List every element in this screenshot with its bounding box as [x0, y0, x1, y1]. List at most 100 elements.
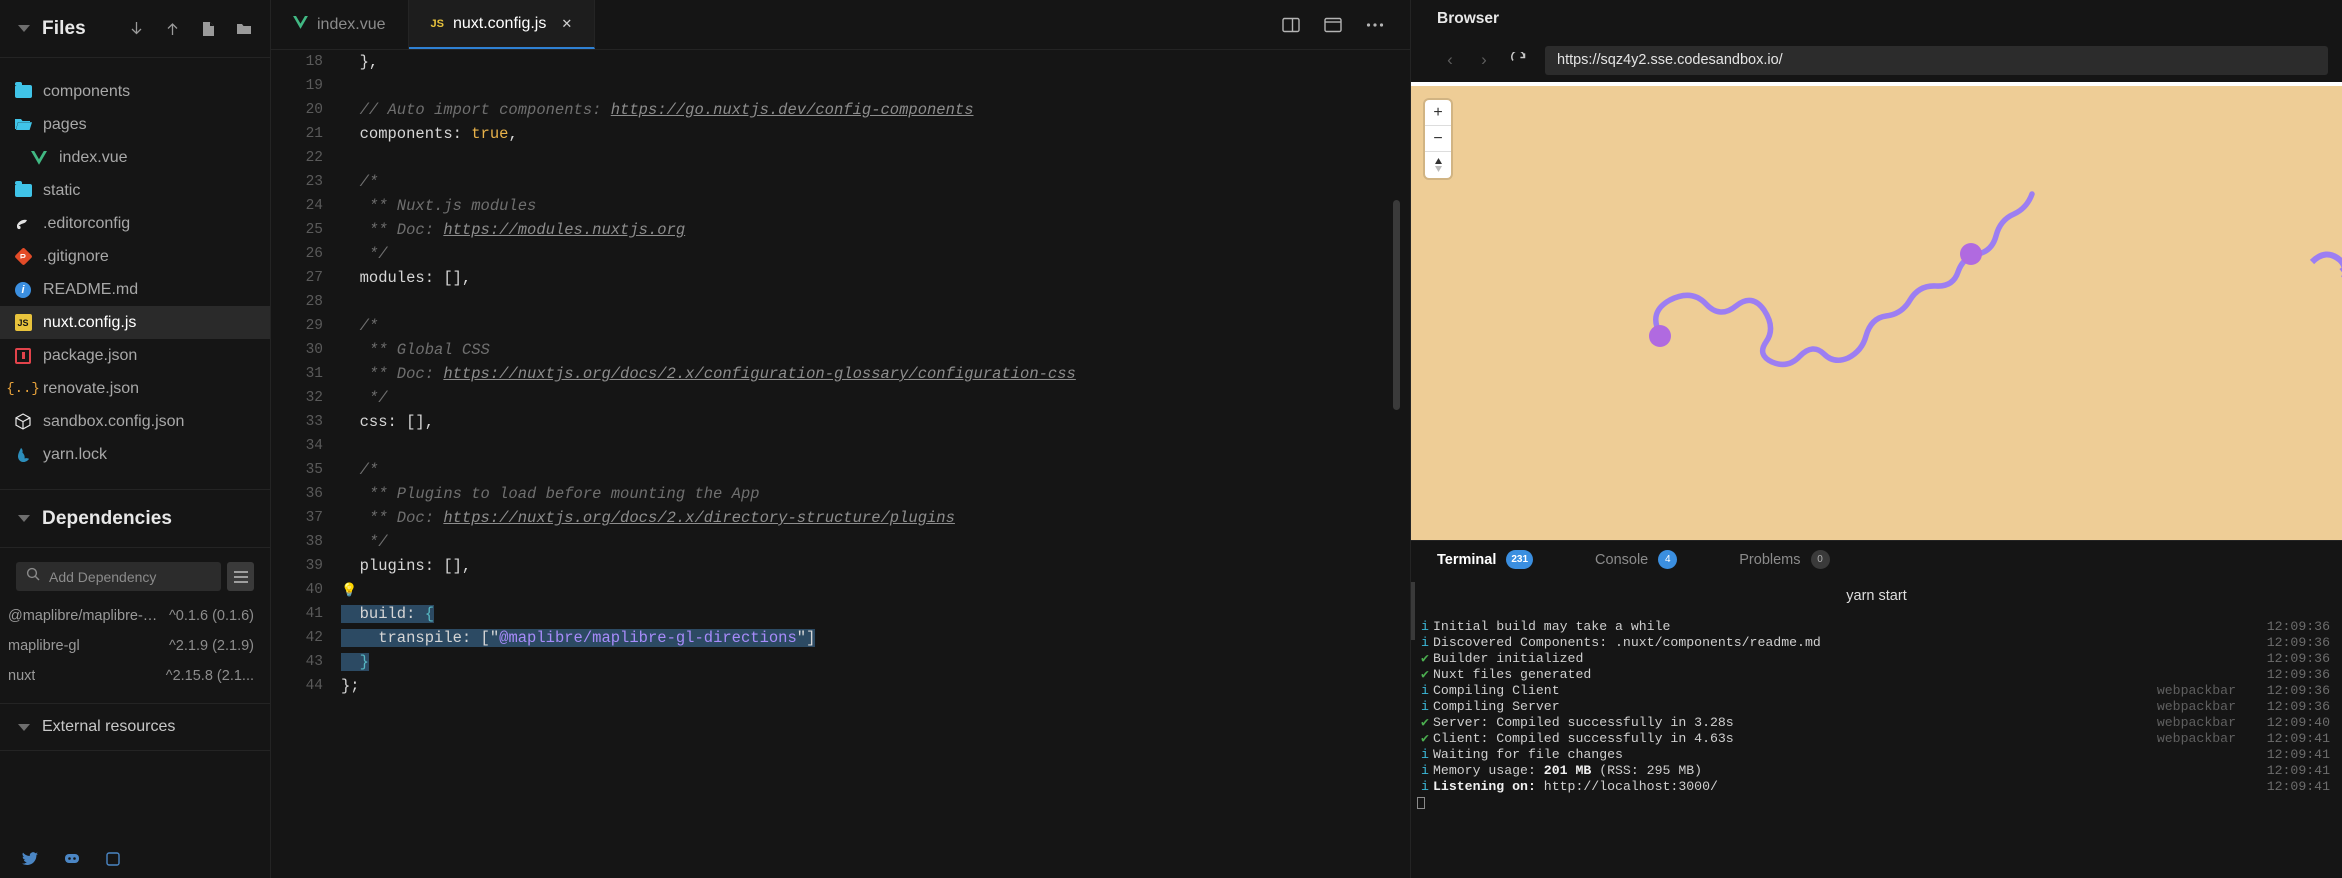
code-token: ** Nuxt.js modules	[341, 197, 537, 215]
dependencies-section-header[interactable]: Dependencies	[0, 490, 270, 548]
file-row-nuxt-config[interactable]: JS nuxt.config.js	[0, 306, 270, 339]
twitter-icon[interactable]	[22, 851, 38, 871]
line-content[interactable]: },	[341, 53, 1410, 71]
line-content[interactable]: */	[341, 533, 1410, 551]
collapse-caret-icon[interactable]	[18, 25, 30, 32]
dependency-menu-icon[interactable]	[227, 562, 254, 591]
line-number: 34	[305, 438, 323, 454]
file-row-yarn-lock[interactable]: yarn.lock	[0, 438, 270, 471]
file-row-index-vue[interactable]: index.vue	[0, 141, 270, 174]
terminal-timestamp: 12:09:36	[2266, 618, 2330, 634]
line-content[interactable]: /*	[341, 461, 1410, 479]
terminal-message: Discovered Components: .nuxt/components/…	[1433, 634, 1821, 650]
line-content[interactable]: }	[341, 653, 1410, 671]
file-row-sandbox-config[interactable]: sandbox.config.json	[0, 405, 270, 438]
line-content[interactable]: ** Global CSS	[341, 341, 1410, 359]
code-line: 20 // Auto import components: https://go…	[271, 98, 1410, 122]
file-row-components[interactable]: components	[0, 75, 270, 108]
file-row-editorconfig[interactable]: .editorconfig	[0, 207, 270, 240]
file-row-pages[interactable]: pages	[0, 108, 270, 141]
files-section-header[interactable]: Files	[0, 0, 270, 58]
terminal-badge: 231	[1506, 550, 1534, 569]
terminal-tab-label: Terminal	[1437, 551, 1497, 568]
file-label: components	[43, 82, 131, 100]
terminal-command: yarn start	[1846, 588, 1907, 604]
file-row-readme[interactable]: i README.md	[0, 273, 270, 306]
reload-icon[interactable]	[1501, 43, 1535, 77]
line-content[interactable]: css: [],	[341, 413, 1410, 431]
map-canvas[interactable]: + −	[1411, 86, 2342, 540]
dependency-row[interactable]: nuxt ^2.15.8 (2.1...	[0, 661, 270, 691]
terminal-timestamp: 12:09:41	[2266, 762, 2330, 778]
new-file-icon[interactable]	[201, 21, 215, 37]
tab-nuxt-config-js[interactable]: JS nuxt.config.js ✕	[408, 0, 596, 49]
terminal-message: Server: Compiled successfully in 3.28s	[1433, 714, 1734, 730]
file-row-renovate-json[interactable]: {..} renovate.json	[0, 372, 270, 405]
line-content[interactable]: modules: [],	[341, 269, 1410, 287]
download-icon[interactable]	[129, 21, 144, 37]
line-content[interactable]: */	[341, 389, 1410, 407]
line-content[interactable]: /*	[341, 317, 1410, 335]
line-content[interactable]: ** Doc: https://nuxtjs.org/docs/2.x/dire…	[341, 509, 1410, 527]
terminal-cursor	[1417, 797, 1425, 809]
file-row-static[interactable]: static	[0, 174, 270, 207]
terminal-source: webpackbar	[2156, 682, 2236, 698]
line-content[interactable]: plugins: [],	[341, 557, 1410, 575]
line-number: 22	[305, 150, 323, 166]
terminal-scrollbar[interactable]	[1411, 582, 1415, 640]
line-content[interactable]: };	[341, 677, 1410, 695]
file-row-package-json[interactable]: package.json	[0, 339, 270, 372]
file-label: package.json	[43, 346, 138, 364]
line-content[interactable]: ** Doc: https://modules.nuxtjs.org	[341, 221, 1410, 239]
preview-pane-icon[interactable]	[1324, 17, 1342, 33]
terminal-output[interactable]: yarn start i Initial build may take a whi…	[1411, 578, 2342, 878]
line-number: 21	[305, 126, 323, 142]
more-options-icon[interactable]	[1366, 22, 1384, 28]
line-content[interactable]: ** Doc: https://nuxtjs.org/docs/2.x/conf…	[341, 365, 1410, 383]
terminal-timestamp: 12:09:36	[2266, 682, 2330, 698]
line-content[interactable]: ** Plugins to load before mounting the A…	[341, 485, 1410, 503]
code-token: https://nuxtjs.org/docs/2.x/directory-st…	[443, 509, 955, 527]
github-icon[interactable]	[106, 851, 120, 871]
zoom-in-button[interactable]: +	[1425, 100, 1451, 126]
line-content[interactable]: build: {	[341, 605, 1410, 623]
dependency-row[interactable]: @maplibre/maplibre-gl-... ^0.1.6 (0.1.6)	[0, 601, 270, 631]
code-content[interactable]: 18 }, 19 20 // Auto import components: htt…	[271, 50, 1410, 878]
sandbox-icon	[14, 413, 32, 431]
terminal-line: ✔ Server: Compiled successfully in 3.28s w…	[1411, 714, 2342, 730]
line-content[interactable]: // Auto import components: https://go.nu…	[341, 101, 1410, 119]
line-content[interactable]: transpile: ["@maplibre/maplibre-gl-direc…	[341, 629, 1410, 647]
tab-index-vue[interactable]: index.vue	[271, 0, 409, 49]
line-content[interactable]: ** Nuxt.js modules	[341, 197, 1410, 215]
editor-vertical-scrollbar[interactable]	[1393, 200, 1400, 410]
tab-problems[interactable]: Problems 0	[1739, 550, 1855, 569]
tab-console[interactable]: Console 4	[1595, 550, 1703, 569]
split-editor-icon[interactable]	[1282, 17, 1300, 33]
code-line: 23 /*	[271, 170, 1410, 194]
discord-icon[interactable]	[64, 852, 80, 870]
close-icon[interactable]: ✕	[561, 16, 572, 32]
dependency-search-box[interactable]	[16, 562, 221, 591]
codesandbox-ide: Files components pages index.vue static …	[0, 0, 2342, 878]
back-icon[interactable]: ‹	[1433, 43, 1467, 77]
file-row-gitignore[interactable]: .gitignore	[0, 240, 270, 273]
external-resources-section-header[interactable]: External resources	[0, 703, 270, 751]
add-dependency-input[interactable]	[49, 568, 211, 585]
zoom-out-button[interactable]: −	[1425, 126, 1451, 152]
line-content[interactable]: /*	[341, 173, 1410, 191]
collapse-caret-icon[interactable]	[18, 723, 30, 731]
line-number: 25	[305, 222, 323, 238]
code-token: /*	[341, 173, 379, 191]
line-content[interactable]: 💡	[341, 581, 1410, 599]
compass-button[interactable]	[1425, 152, 1451, 178]
collapse-caret-icon[interactable]	[18, 515, 30, 522]
url-input[interactable]: https://sqz4y2.sse.codesandbox.io/	[1545, 45, 2328, 75]
dependency-row[interactable]: maplibre-gl ^2.1.9 (2.1.9)	[0, 631, 270, 661]
new-folder-icon[interactable]	[236, 22, 252, 36]
forward-icon[interactable]: ›	[1467, 43, 1501, 77]
line-content[interactable]: components: true,	[341, 125, 1410, 143]
tab-terminal[interactable]: Terminal 231	[1437, 550, 1559, 569]
code-token: */	[341, 533, 388, 551]
upload-icon[interactable]	[165, 21, 180, 37]
line-content[interactable]: */	[341, 245, 1410, 263]
